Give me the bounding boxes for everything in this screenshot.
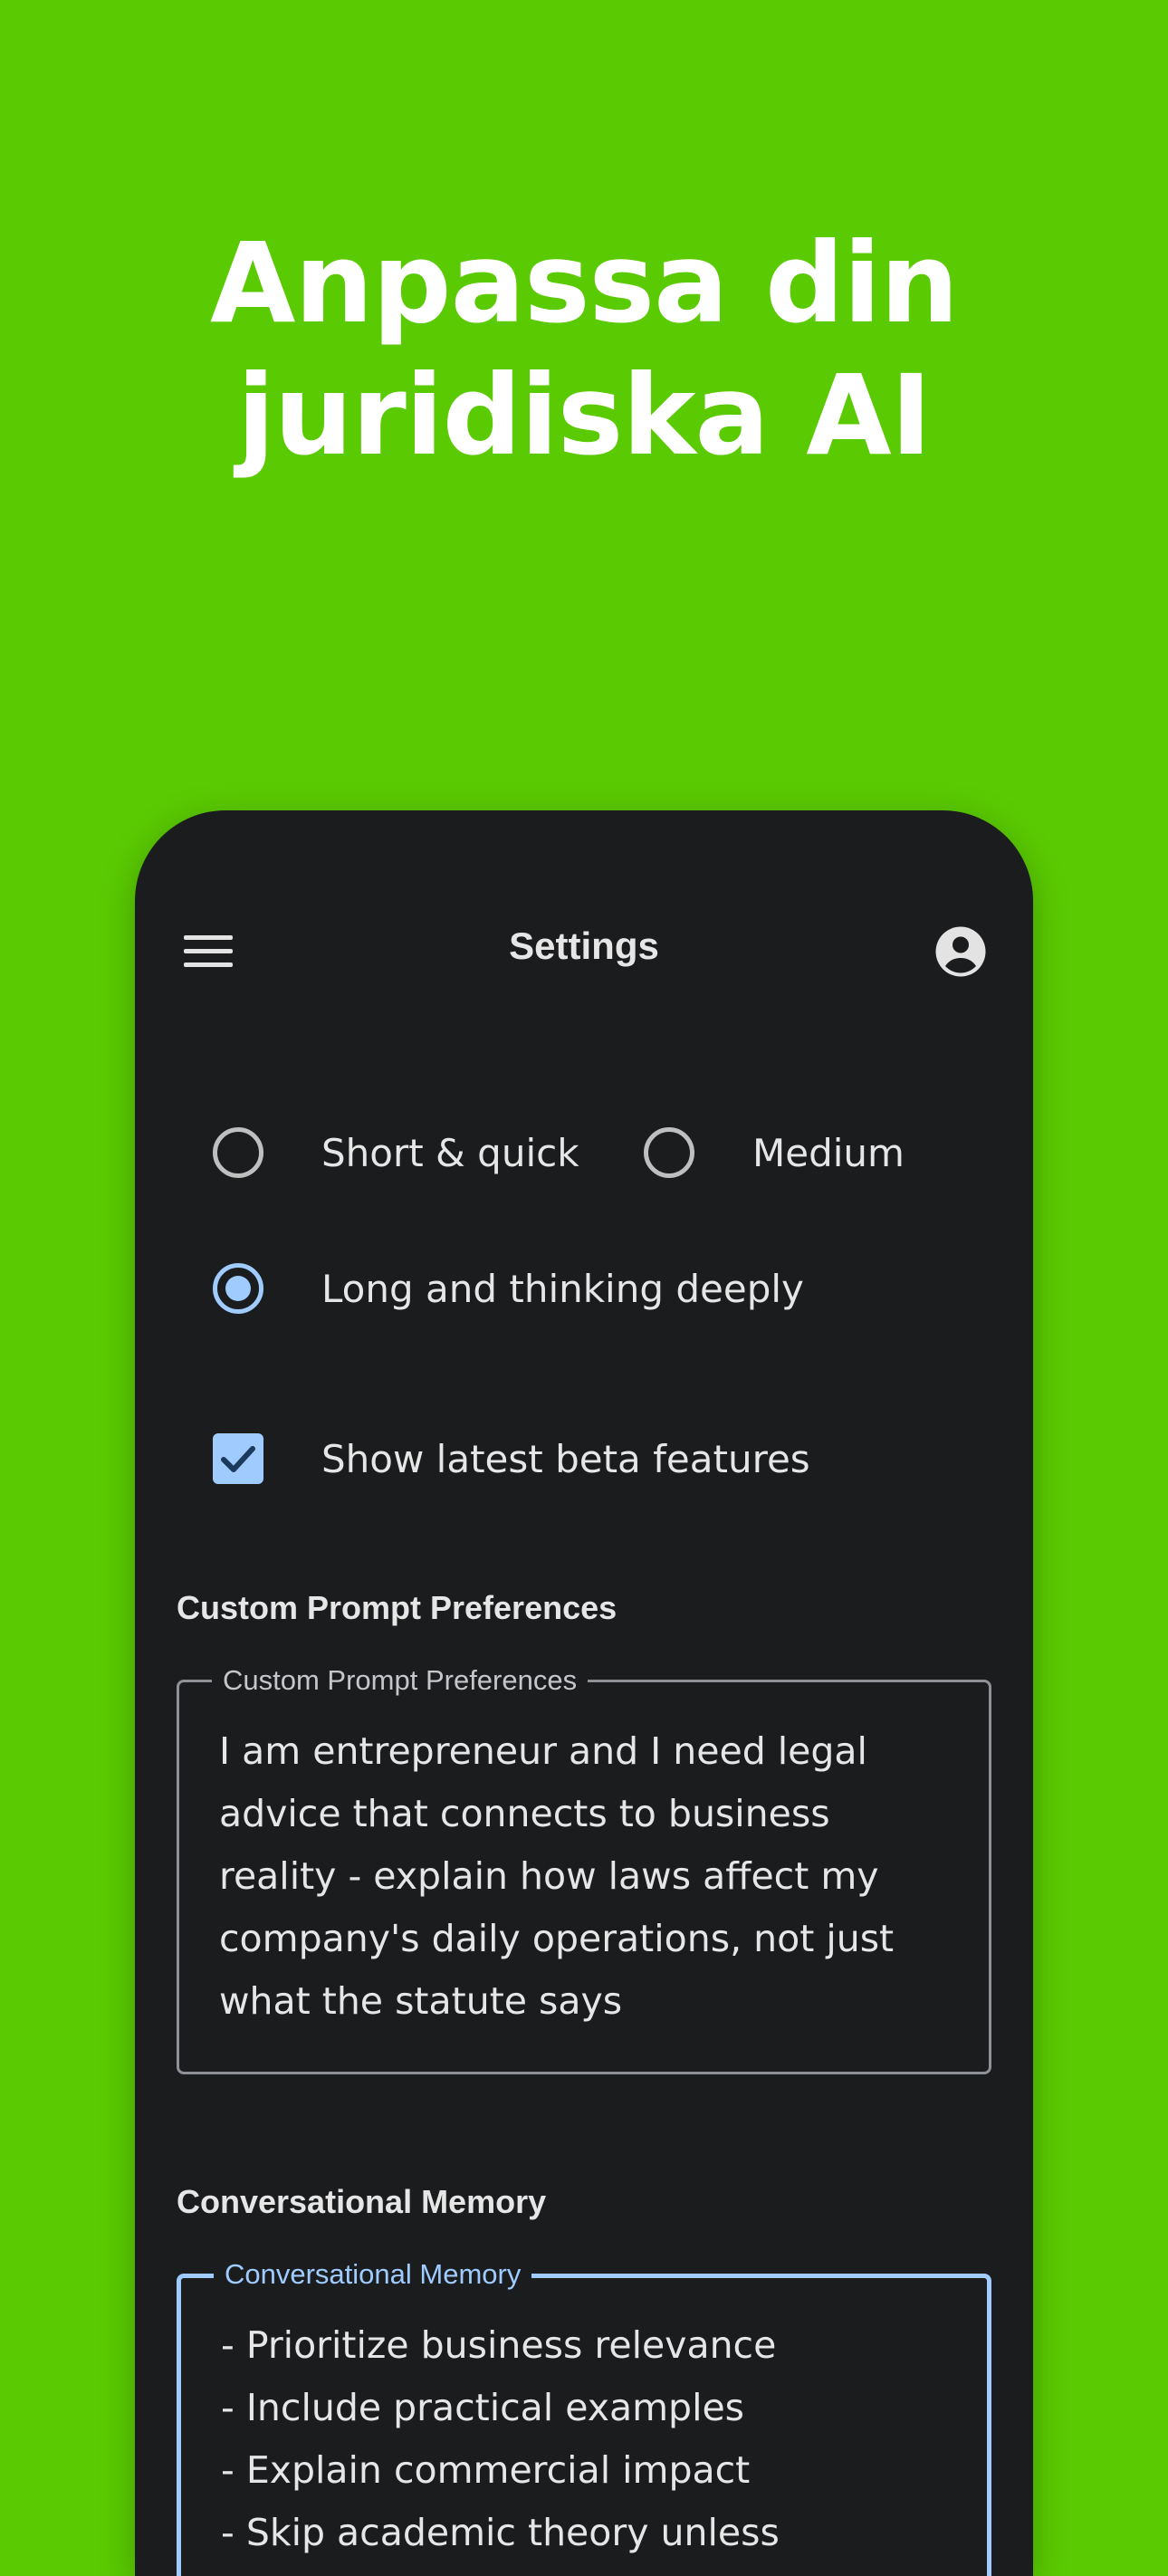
headline-line-2: juridiska AI xyxy=(236,351,932,480)
custom-prompt-section-title: Custom Prompt Preferences xyxy=(177,1589,618,1626)
radio-option-medium[interactable]: Medium xyxy=(644,1116,905,1189)
conversational-memory-field[interactable]: Conversational Memory - Prioritize busin… xyxy=(177,2258,991,2576)
radio-label-long: Long and thinking deeply xyxy=(321,1266,804,1311)
radio-button-long[interactable] xyxy=(213,1263,263,1314)
custom-prompt-field[interactable]: Custom Prompt Preferences I am entrepren… xyxy=(177,1664,991,2074)
checkmark-icon xyxy=(221,1446,255,1472)
conversational-memory-text[interactable]: - Prioritize business relevance - Includ… xyxy=(221,2314,963,2564)
conversational-memory-field-label: Conversational Memory xyxy=(214,2258,532,2291)
top-app-bar: Settings xyxy=(135,901,1033,1001)
custom-prompt-field-label: Custom Prompt Preferences xyxy=(212,1664,589,1697)
headline-line-1: Anpassa din xyxy=(210,219,959,348)
conversational-memory-section-title: Conversational Memory xyxy=(177,2183,547,2220)
radio-label-medium: Medium xyxy=(752,1130,905,1175)
beta-features-label: Show latest beta features xyxy=(321,1436,810,1481)
radio-option-short[interactable]: Short & quick xyxy=(213,1116,579,1189)
page-title: Settings xyxy=(509,924,659,967)
account-circle-icon[interactable] xyxy=(933,924,988,979)
phone-screen: Settings Short & quick Medium Long and t… xyxy=(135,810,1033,2576)
beta-features-row[interactable]: Show latest beta features xyxy=(321,1422,810,1495)
radio-button-medium[interactable] xyxy=(644,1127,694,1178)
custom-prompt-text[interactable]: I am entrepreneur and I need legal advic… xyxy=(219,1720,962,2033)
beta-features-checkbox[interactable] xyxy=(213,1433,263,1484)
marketing-headline: Anpassa din juridiska AI xyxy=(0,217,1168,482)
radio-option-long[interactable]: Long and thinking deeply xyxy=(213,1252,804,1325)
radio-label-short: Short & quick xyxy=(321,1130,579,1175)
radio-button-short[interactable] xyxy=(213,1127,263,1178)
